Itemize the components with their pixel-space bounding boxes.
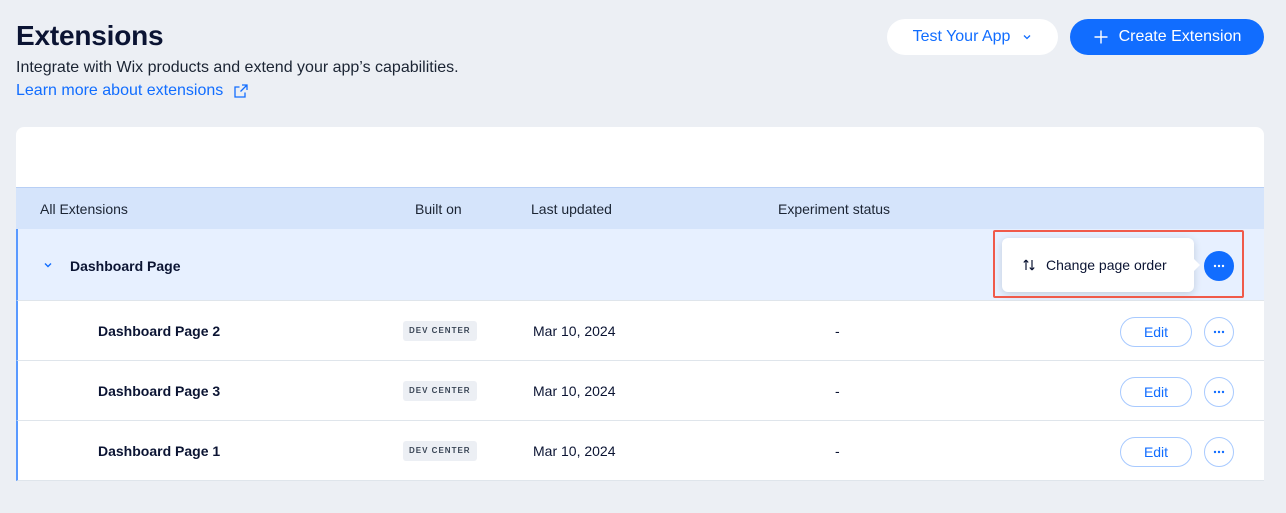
group-row-dashboard-page[interactable]: Dashboard Page Change page order: [16, 229, 1264, 301]
extensions-page: Extensions Integrate with Wix products a…: [0, 0, 1286, 513]
change-page-order-label: Change page order: [1046, 257, 1167, 273]
extension-name: Dashboard Page 1: [98, 443, 221, 459]
change-page-order-menu-item[interactable]: Change page order: [1002, 238, 1200, 292]
experiment-status: -: [835, 383, 840, 399]
edit-button[interactable]: Edit: [1120, 317, 1192, 347]
table-row[interactable]: Dashboard Page 3 DEV CENTER Mar 10, 2024…: [16, 361, 1264, 421]
chevron-down-icon: [1023, 35, 1031, 40]
extensions-table-card: All Extensions Built on Last updated Exp…: [16, 127, 1264, 481]
plus-icon: [1094, 30, 1108, 44]
extension-name: Dashboard Page 2: [98, 323, 221, 339]
more-actions-button[interactable]: [1204, 437, 1234, 467]
group-name: Dashboard Page: [70, 258, 181, 274]
edit-button[interactable]: Edit: [1120, 437, 1192, 467]
extension-name: Dashboard Page 3: [98, 383, 221, 399]
built-on-badge: DEV CENTER: [403, 381, 477, 401]
table-row[interactable]: Dashboard Page 1 DEV CENTER Mar 10, 2024…: [16, 421, 1264, 481]
external-link-icon: [234, 84, 248, 98]
column-built-on: Built on: [415, 201, 462, 217]
more-dots-icon: [1213, 390, 1225, 394]
column-last-updated: Last updated: [531, 201, 612, 217]
create-extension-label: Create Extension: [1118, 28, 1242, 45]
group-more-actions-button[interactable]: [1204, 251, 1234, 281]
table-row[interactable]: Dashboard Page 2 DEV CENTER Mar 10, 2024…: [16, 301, 1264, 361]
test-your-app-label: Test Your App: [912, 28, 1011, 45]
page-subtitle: Integrate with Wix products and extend y…: [16, 59, 459, 76]
more-actions-button[interactable]: [1204, 377, 1234, 407]
experiment-status: -: [835, 323, 840, 339]
column-experiment-status: Experiment status: [778, 201, 891, 217]
last-updated: Mar 10, 2024: [533, 443, 616, 459]
built-on-badge: DEV CENTER: [403, 441, 477, 461]
experiment-status: -: [835, 443, 840, 459]
edit-button[interactable]: Edit: [1120, 377, 1192, 407]
table-header: All Extensions Built on Last updated Exp…: [16, 187, 1264, 229]
sort-arrows-icon: [1023, 259, 1035, 271]
learn-more-label: Learn more about extensions: [16, 82, 224, 99]
more-actions-button[interactable]: [1204, 317, 1234, 347]
built-on-badge: DEV CENTER: [403, 321, 477, 341]
last-updated: Mar 10, 2024: [533, 383, 616, 399]
column-all-extensions: All Extensions: [40, 201, 128, 217]
last-updated: Mar 10, 2024: [533, 323, 616, 339]
learn-more-link[interactable]: Learn more about extensions: [16, 82, 249, 100]
page-title: Extensions: [16, 20, 164, 51]
more-dots-icon: [1213, 330, 1225, 334]
test-your-app-button[interactable]: Test Your App: [887, 19, 1058, 55]
more-dots-icon: [1213, 450, 1225, 454]
chevron-down-icon[interactable]: [42, 259, 54, 271]
more-dots-icon: [1213, 264, 1225, 268]
create-extension-button[interactable]: Create Extension: [1070, 19, 1264, 55]
